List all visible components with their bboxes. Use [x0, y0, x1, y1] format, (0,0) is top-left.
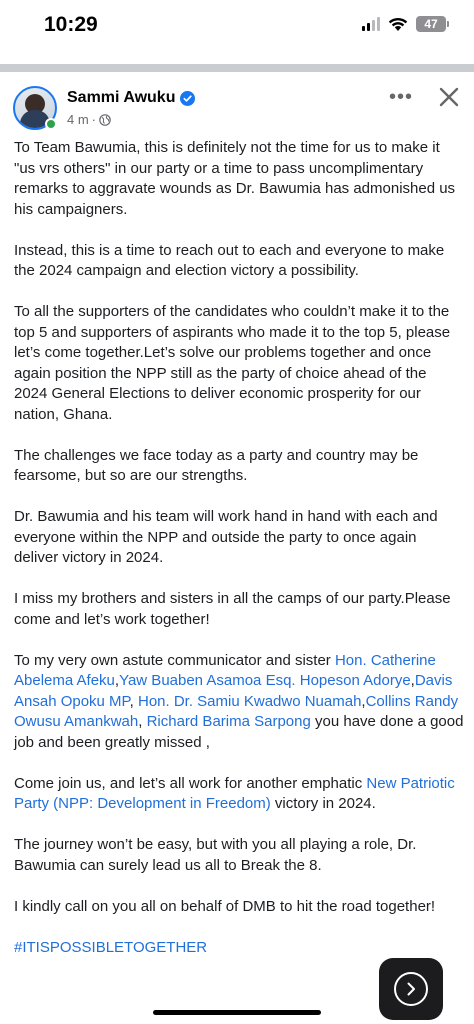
mention-link[interactable]: Hon. Dr. Samiu Kwadwo Nuamah — [138, 693, 361, 710]
globe-icon — [99, 113, 111, 126]
post-paragraph: Instead, this is a time to reach out to … — [14, 241, 445, 280]
battery-level: 47 — [424, 17, 438, 31]
post-paragraph: To Team Bawumia, this is definitely not … — [14, 139, 456, 218]
post-paragraph: Dr. Bawumia and his team will work hand … — [14, 508, 438, 566]
post-header: Sammi Awuku 4 m · ••• — [0, 82, 474, 134]
author-name[interactable]: Sammi Awuku — [67, 89, 175, 107]
wifi-icon — [388, 17, 408, 31]
status-bar: 10:29 47 — [0, 0, 474, 56]
signal-icon — [362, 17, 380, 31]
post-paragraph: I miss my brothers and sisters in all th… — [14, 590, 451, 628]
status-time: 10:29 — [44, 13, 98, 36]
chevron-right-icon — [407, 982, 415, 996]
more-icon[interactable]: ••• — [389, 86, 413, 109]
hashtag-link[interactable]: #ITISPOSSIBLETOGETHER — [14, 939, 207, 956]
home-indicator[interactable] — [153, 1010, 321, 1015]
post-paragraph: To all the supporters of the candidates … — [14, 303, 451, 423]
post-time[interactable]: 4 m — [67, 112, 89, 127]
next-button[interactable] — [379, 958, 443, 1020]
post-paragraph: The journey won’t be easy, but with you … — [14, 836, 417, 874]
mention-link[interactable]: Richard Barima Sarpong — [147, 713, 311, 730]
mention-link[interactable]: Hopeson Adorye — [300, 672, 411, 689]
mention-link[interactable]: Yaw Buaben Asamoa Esq. — [119, 672, 296, 689]
online-status-dot — [45, 118, 57, 130]
meta-separator: · — [91, 112, 97, 127]
top-divider — [0, 64, 474, 72]
post-paragraph: The challenges we face today as a party … — [14, 446, 419, 485]
post-body: To Team Bawumia, this is definitely not … — [14, 138, 464, 958]
battery-icon: 47 — [416, 16, 449, 32]
close-icon[interactable] — [436, 84, 462, 110]
post-paragraph: I kindly call on you all on behalf of DM… — [14, 897, 436, 915]
status-icons: 47 — [362, 16, 449, 32]
post-meta: 4 m · — [67, 112, 111, 127]
post-paragraph-page-link: Come join us, and let’s all work for ano… — [14, 774, 455, 813]
verified-icon — [180, 91, 195, 106]
post-paragraph-mentions: To my very own astute communicator and s… — [14, 651, 464, 751]
